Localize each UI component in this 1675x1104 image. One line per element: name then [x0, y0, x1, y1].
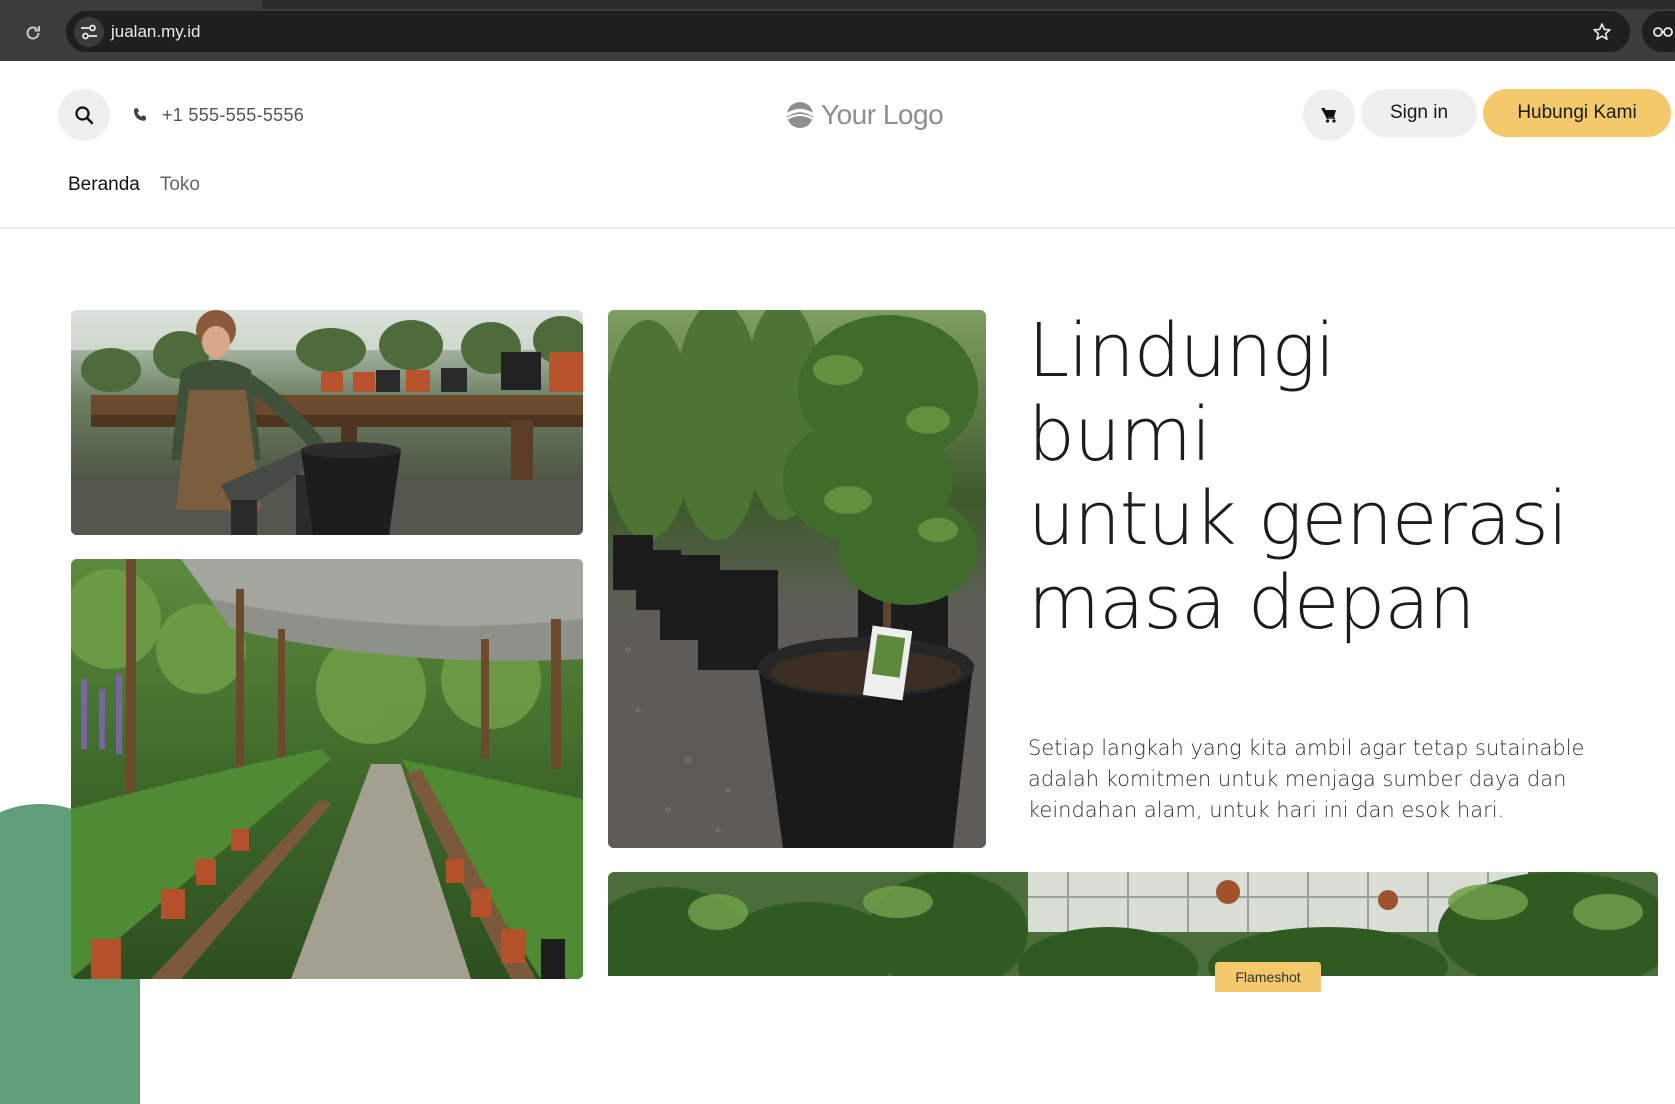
hero-image-greenhouse [608, 872, 1658, 976]
search-button[interactable] [58, 89, 110, 141]
main-nav: Beranda Toko [68, 174, 200, 202]
extensions-icon[interactable] [1642, 11, 1675, 52]
phone-icon [133, 108, 146, 121]
hero-heading-line: Lindungi [1028, 308, 1335, 394]
site-info-icon[interactable] [74, 17, 104, 47]
star-icon[interactable] [1588, 18, 1616, 46]
flameshot-overlay-tag: Flameshot [1215, 962, 1321, 992]
hero-image-potted-tree [608, 310, 986, 848]
hero-heading-line: masa depan [1028, 560, 1476, 646]
hero-description: Setiap langkah yang kita ambil agar teta… [1028, 736, 1585, 822]
sign-in-button[interactable]: Sign in [1361, 89, 1477, 137]
site-logo[interactable]: Your Logo [785, 95, 944, 135]
tab-strip [262, 0, 1675, 9]
phone-contact[interactable]: +1 555-555-5556 [132, 101, 304, 129]
phone-number[interactable]: +1 555-555-5556 [162, 105, 304, 126]
browser-toolbar: jualan.my.id [0, 0, 1675, 61]
site-header: +1 555-555-5556 Your Logo Sign in Hubung… [0, 61, 1675, 229]
hero-heading: Lindungi bumi untuk generasi masa depan [1028, 309, 1628, 645]
search-icon [75, 106, 94, 125]
reload-icon[interactable] [18, 18, 48, 48]
contact-us-button[interactable]: Hubungi Kami [1483, 89, 1671, 137]
hero-image-nursery-path [71, 559, 583, 979]
nav-link-toko[interactable]: Toko [160, 174, 200, 202]
hero-heading-line: bumi [1028, 392, 1212, 478]
logo-icon [786, 102, 814, 128]
hero-image-gardener [71, 310, 583, 535]
address-bar[interactable]: jualan.my.id [66, 11, 1630, 52]
hero-heading-line: untuk generasi [1028, 476, 1568, 562]
url-text[interactable]: jualan.my.id [111, 11, 200, 52]
nav-link-beranda[interactable]: Beranda [68, 174, 140, 202]
cart-icon [1321, 107, 1336, 123]
logo-text: Your Logo [821, 99, 944, 130]
hero-section: Lindungi bumi untuk generasi masa depan … [0, 229, 1675, 1104]
cart-button[interactable] [1303, 89, 1355, 141]
